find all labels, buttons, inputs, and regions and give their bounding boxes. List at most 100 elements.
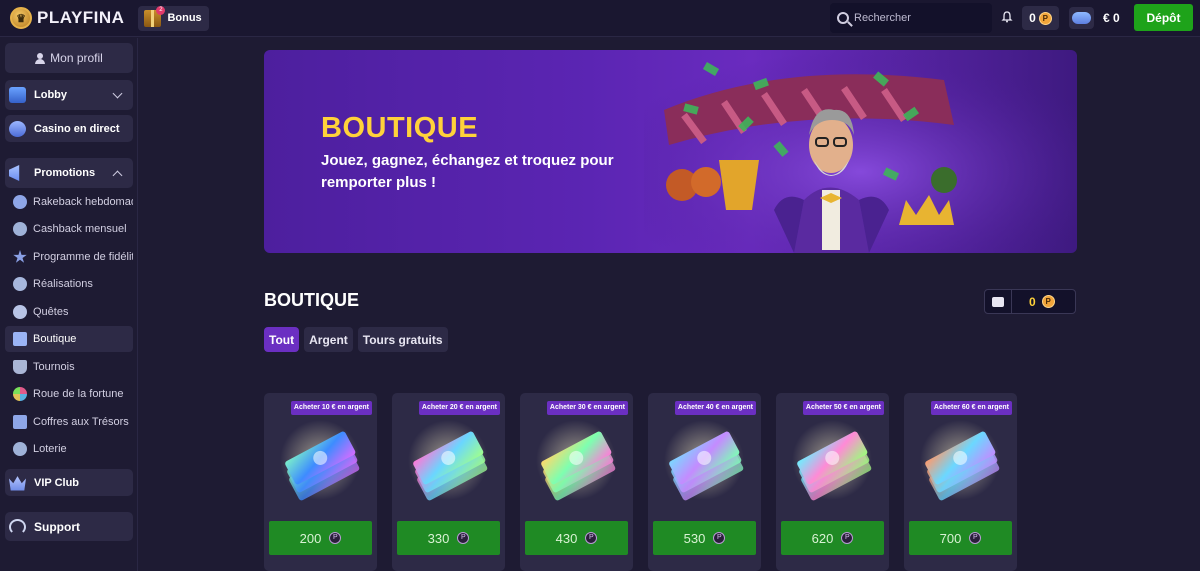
sidebar-item-label: Roue de la fortune: [33, 388, 124, 400]
product-card[interactable]: Acheter 20 € en argent 330 P: [392, 393, 505, 571]
sidebar-item-lottery[interactable]: Loterie: [5, 436, 133, 462]
banner-title: BOUTIQUE: [321, 112, 479, 144]
bonus-label: Bonus: [167, 12, 202, 24]
buy-price-button[interactable]: 200 P: [269, 521, 372, 555]
quest-icon: [13, 305, 27, 319]
product-tag: Acheter 60 € en argent: [930, 401, 1012, 415]
points-coin-icon: P: [457, 532, 470, 544]
sidebar-item-label: Loterie: [33, 443, 67, 455]
shop-title: BOUTIQUE: [264, 290, 360, 310]
banner-illustration: [644, 50, 1077, 253]
cash-stack-icon: [536, 420, 616, 501]
support-button[interactable]: Support: [5, 512, 133, 541]
cash-balance[interactable]: € 0: [1103, 11, 1120, 25]
chevron-up-icon: [112, 170, 123, 181]
bell-icon[interactable]: [1001, 11, 1013, 23]
sidebar-item-shop[interactable]: Boutique: [5, 326, 133, 352]
points-value: 0: [1029, 11, 1036, 25]
live-casino-label: Casino en direct: [34, 122, 120, 135]
sidebar-item-promotions[interactable]: Promotions: [5, 158, 133, 188]
price-value: 700: [939, 530, 962, 546]
sidebar-item-cashback[interactable]: Cashback mensuel: [5, 216, 133, 242]
logo-text: PLAYFINA: [37, 8, 125, 27]
banner-subtitle: Jouez, gagnez, échangez et troquez pour …: [321, 152, 614, 191]
sidebar-item-wheel[interactable]: Roue de la fortune: [5, 381, 133, 407]
sidebar-item-label: Coffres aux Trésors: [33, 416, 129, 428]
bonus-button[interactable]: 2 Bonus: [138, 5, 209, 31]
sidebar-item-label: Tournois: [33, 361, 75, 373]
cart-icon: [13, 332, 27, 346]
top-bar: ♛ PLAYFINA 2 Bonus: [0, 0, 1200, 37]
product-tag: Acheter 50 € en argent: [802, 401, 884, 415]
crown-icon: [9, 476, 26, 491]
cashback-icon: [13, 222, 27, 236]
product-card[interactable]: Acheter 60 € en argent 700 P: [904, 393, 1017, 571]
sidebar-item-label: Programme de fidélité: [33, 251, 133, 263]
cash-stack-icon: [408, 420, 488, 501]
buy-price-button[interactable]: 530 P: [653, 521, 756, 555]
wheel-icon: [13, 387, 27, 401]
lobby-icon: [9, 87, 26, 103]
logo-icon: ♛: [10, 7, 32, 29]
profile-label: Mon profil: [50, 51, 103, 65]
achievement-icon: [13, 277, 27, 291]
points-balance[interactable]: 0 P: [1022, 6, 1059, 30]
headset-icon: [9, 518, 26, 535]
points-coin-icon: P: [1038, 11, 1052, 25]
product-card[interactable]: Acheter 30 € en argent 430 P: [520, 393, 633, 571]
sidebar-item-label: Rakeback hebdomadaire: [33, 196, 133, 208]
sidebar-item-vip[interactable]: VIP Club: [5, 469, 133, 496]
buy-price-button[interactable]: 430 P: [525, 521, 628, 555]
search-box[interactable]: [830, 3, 992, 33]
sidebar: Mon profil Lobby Casino en direct Promot…: [0, 38, 138, 571]
sidebar-item-chests[interactable]: Coffres aux Trésors: [5, 409, 133, 435]
cash-stack-icon: [664, 420, 744, 501]
price-value: 430: [555, 530, 578, 546]
points-coin-icon: P: [713, 532, 726, 544]
deposit-button[interactable]: Dépôt: [1134, 4, 1193, 31]
product-tag: Acheter 30 € en argent: [546, 401, 628, 415]
games-button[interactable]: [1069, 7, 1094, 29]
user-icon: [35, 52, 46, 64]
buy-price-button[interactable]: 330 P: [397, 521, 500, 555]
logo[interactable]: ♛ PLAYFINA: [10, 7, 124, 29]
cash-stack-icon: [920, 420, 1000, 501]
product-card[interactable]: Acheter 10 € en argent 200 P: [264, 393, 377, 571]
gamepad-icon: [1072, 12, 1091, 24]
product-card[interactable]: Acheter 40 € en argent 530 P: [648, 393, 761, 571]
price-value: 620: [811, 530, 834, 546]
cash-stack-icon: [792, 420, 872, 501]
sidebar-item-rakeback[interactable]: Rakeback hebdomadaire: [5, 189, 133, 215]
tab-cash[interactable]: Argent: [304, 327, 353, 352]
sidebar-item-label: Réalisations: [33, 278, 93, 290]
lobby-label: Lobby: [34, 89, 67, 101]
buy-price-button[interactable]: 700 P: [909, 521, 1012, 555]
trophy-icon: [13, 360, 27, 374]
chevron-down-icon: [112, 88, 123, 99]
sidebar-item-live-casino[interactable]: Casino en direct: [5, 115, 133, 142]
lottery-icon: [13, 442, 27, 456]
search-input[interactable]: [854, 12, 984, 24]
price-value: 530: [683, 530, 706, 546]
gift-icon: 2: [144, 5, 166, 27]
sidebar-item-achievements[interactable]: Réalisations: [5, 271, 133, 297]
profile-button[interactable]: Mon profil: [5, 43, 133, 73]
live-icon: [9, 120, 26, 137]
sidebar-item-label: Quêtes: [33, 306, 69, 318]
buy-price-button[interactable]: 620 P: [781, 521, 884, 555]
wallet-icon: [992, 296, 1004, 307]
percent-icon: [13, 195, 27, 209]
product-tag: Acheter 40 € en argent: [674, 401, 756, 415]
sidebar-item-label: Cashback mensuel: [33, 223, 127, 235]
tab-all[interactable]: Tout: [264, 327, 300, 352]
promotions-label: Promotions: [34, 167, 96, 179]
price-value: 200: [299, 530, 322, 546]
price-value: 330: [427, 530, 450, 546]
megaphone-icon: [9, 165, 20, 181]
sidebar-item-loyalty[interactable]: Programme de fidélité: [5, 244, 133, 270]
tab-free-spins[interactable]: Tours gratuits: [357, 327, 448, 352]
product-card[interactable]: Acheter 50 € en argent 620 P: [776, 393, 889, 571]
sidebar-item-quests[interactable]: Quêtes: [5, 299, 133, 325]
sidebar-item-lobby[interactable]: Lobby: [5, 80, 133, 110]
sidebar-item-tournaments[interactable]: Tournois: [5, 354, 133, 380]
